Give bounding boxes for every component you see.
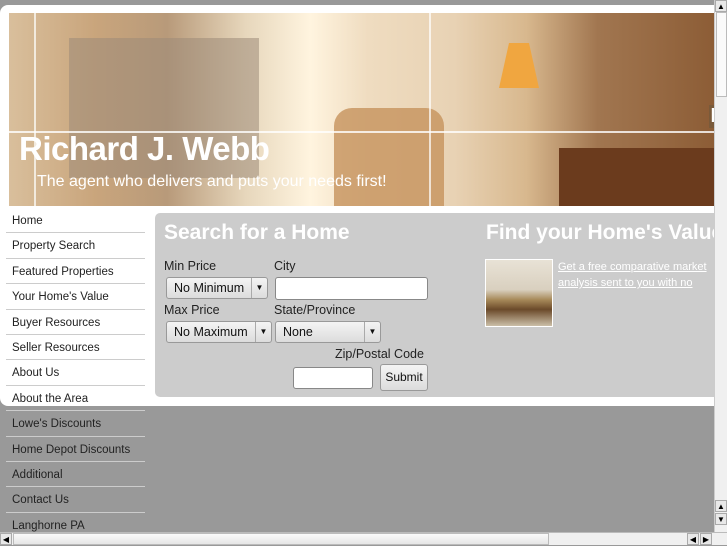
state-value: None bbox=[283, 325, 313, 339]
banner-divider bbox=[429, 13, 431, 206]
chevron-down-icon: ▼ bbox=[255, 322, 271, 342]
horizontal-scrollbar[interactable]: ◀ ◀ ▶ bbox=[0, 532, 727, 545]
sidebar-item-home[interactable]: Home bbox=[6, 208, 145, 234]
vertical-scroll-thumb[interactable] bbox=[716, 12, 727, 97]
zip-input[interactable] bbox=[293, 367, 373, 389]
sidebar-item-contact-us[interactable]: Contact Us bbox=[6, 487, 145, 513]
horizontal-scroll-thumb[interactable] bbox=[13, 533, 549, 545]
vertical-scrollbar[interactable]: ▲ ▲ ▼ bbox=[714, 0, 727, 532]
chevron-down-icon: ▼ bbox=[251, 278, 267, 298]
valuation-heading: Find your Home's Value bbox=[486, 221, 724, 244]
state-label: State/Province bbox=[274, 303, 356, 317]
market-analysis-link[interactable]: Get a free comparative market analysis s… bbox=[558, 259, 727, 291]
banner-image-chair bbox=[334, 108, 444, 206]
state-select[interactable]: None ▼ bbox=[275, 321, 381, 343]
scroll-down-icon[interactable]: ▼ bbox=[715, 513, 727, 525]
banner-image-table bbox=[559, 148, 727, 206]
banner-image-lamp bbox=[499, 43, 539, 88]
min-price-select[interactable]: No Minimum ▼ bbox=[166, 277, 268, 299]
max-price-select[interactable]: No Maximum ▼ bbox=[166, 321, 272, 343]
max-price-value: No Maximum bbox=[174, 325, 248, 339]
min-price-label: Min Price bbox=[164, 259, 217, 273]
city-input[interactable] bbox=[275, 277, 428, 300]
scroll-up-icon[interactable]: ▲ bbox=[715, 0, 727, 12]
sidebar-item-home-depot-discounts[interactable]: Home Depot Discounts bbox=[6, 437, 145, 462]
search-panel: Search for a Home Min Price City No Mini… bbox=[155, 213, 727, 397]
sidebar-item-home-value[interactable]: Your Home's Value bbox=[6, 284, 145, 310]
submit-button[interactable]: Submit bbox=[380, 364, 428, 391]
sidebar-item-seller-resources[interactable]: Seller Resources bbox=[6, 335, 145, 361]
city-label: City bbox=[274, 259, 296, 273]
banner-divider bbox=[34, 13, 36, 206]
site-title: Richard J. Webb bbox=[19, 130, 270, 167]
site-tagline: The agent who delivers and puts your nee… bbox=[37, 173, 387, 190]
sidebar-item-property-search[interactable]: Property Search bbox=[6, 233, 145, 259]
search-heading: Search for a Home bbox=[164, 221, 350, 244]
sidebar-item-buyer-resources[interactable]: Buyer Resources bbox=[6, 310, 145, 335]
sidebar-item-about-area[interactable]: About the Area bbox=[6, 386, 145, 412]
sidebar-item-featured-properties[interactable]: Featured Properties bbox=[6, 259, 145, 285]
min-price-value: No Minimum bbox=[174, 281, 245, 295]
sidebar-item-additional[interactable]: Additional bbox=[6, 462, 145, 488]
header-banner: Richard J. Webb The agent who delivers a… bbox=[9, 13, 727, 206]
scroll-left-icon[interactable]: ◀ bbox=[687, 533, 699, 545]
zip-label: Zip/Postal Code bbox=[335, 347, 424, 361]
max-price-label: Max Price bbox=[164, 303, 220, 317]
scroll-up-icon[interactable]: ▲ bbox=[715, 500, 727, 512]
living-room-thumbnail[interactable] bbox=[485, 259, 553, 327]
sidebar-item-about-us[interactable]: About Us bbox=[6, 360, 145, 386]
sidebar-item-lowes-discounts[interactable]: Lowe's Discounts bbox=[6, 411, 145, 437]
scroll-right-icon[interactable]: ▶ bbox=[700, 533, 712, 545]
sidebar-nav: Home Property Search Featured Properties… bbox=[6, 208, 145, 539]
scroll-left-icon[interactable]: ◀ bbox=[0, 533, 12, 545]
chevron-down-icon: ▼ bbox=[364, 322, 380, 342]
